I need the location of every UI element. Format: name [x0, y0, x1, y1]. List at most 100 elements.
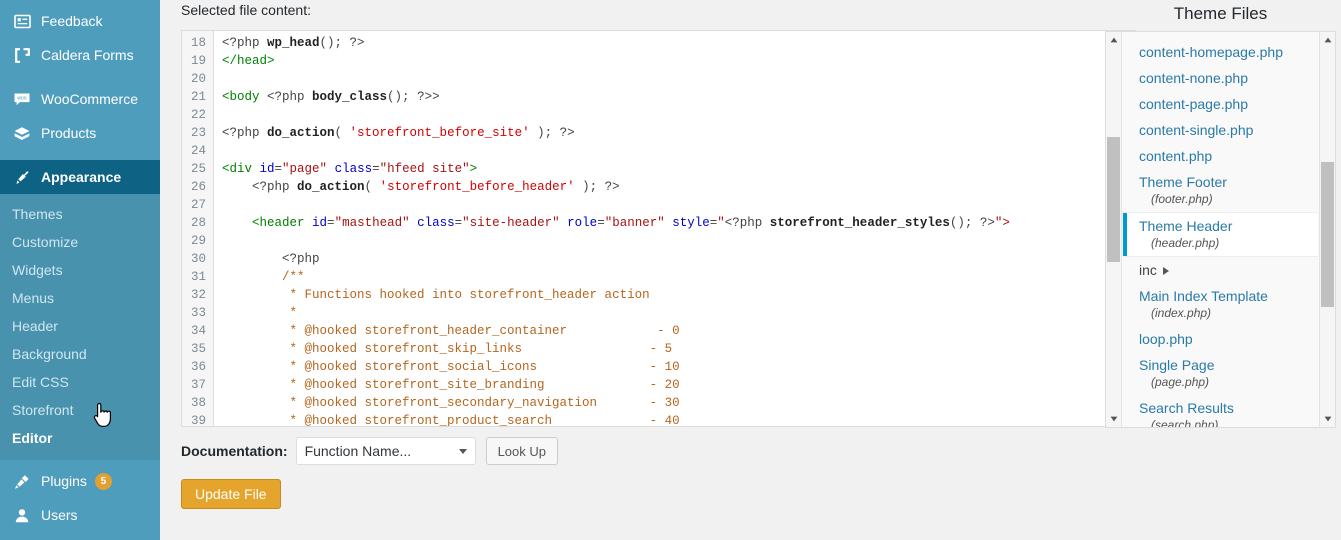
code-line-text: <body <?php body_class(); ?>> — [222, 90, 440, 104]
scroll-up-arrow-icon[interactable] — [1106, 32, 1122, 48]
code-line-text — [214, 142, 222, 160]
line-number: 35 — [182, 340, 214, 358]
theme-file-filename: (page.php) — [1151, 375, 1210, 389]
line-number: 31 — [182, 268, 214, 286]
sidebar-subitem-header[interactable]: Header — [0, 312, 160, 340]
sidebar-subitem-editor[interactable]: Editor — [0, 424, 160, 452]
sidebar-subitem-edit-css[interactable]: Edit CSS — [0, 368, 160, 396]
code-line-text: <?php do_action( 'storefront_before_head… — [252, 180, 620, 194]
look-up-button[interactable]: Look Up — [485, 437, 558, 465]
code-line: 38 * @hooked storefront_secondary_naviga… — [182, 394, 1120, 412]
theme-files-left-scrollbar-thumb[interactable] — [1107, 137, 1120, 262]
theme-file-item[interactable]: Main Index Template (index.php) — [1123, 283, 1318, 326]
theme-file-item[interactable]: content-none.php — [1123, 65, 1318, 91]
appearance-submenu: Themes Customize Widgets Menus Header Ba… — [0, 194, 160, 460]
theme-files-right-scrollbar[interactable] — [1319, 32, 1335, 427]
theme-file-name: content-none.php — [1139, 70, 1248, 86]
code-line-text — [214, 196, 222, 214]
sidebar-item-label: WooCommerce — [41, 91, 138, 107]
sidebar-item-feedback[interactable]: Feedback — [0, 4, 160, 38]
code-line-text — [214, 70, 222, 88]
code-line-text — [214, 106, 222, 124]
user-icon — [12, 505, 32, 525]
code-editor[interactable]: 1718<?php wp_head(); ?>19</head>2021<bod… — [181, 30, 1136, 427]
code-line: 30 <?php — [182, 250, 1120, 268]
paintbrush-icon — [12, 167, 32, 187]
theme-files-left-scrollbar[interactable] — [1106, 32, 1122, 427]
code-line-text: * @hooked storefront_skip_links - 5 — [222, 342, 673, 356]
sidebar-subitem-background[interactable]: Background — [0, 340, 160, 368]
code-line-text: <header id="masthead" class="site-header… — [252, 216, 1010, 230]
sidebar-item-woocommerce[interactable]: woo WooCommerce — [0, 82, 160, 116]
scroll-down-arrow-icon[interactable] — [1320, 411, 1335, 427]
scroll-down-arrow-icon[interactable] — [1106, 411, 1122, 427]
sidebar-item-caldera-forms[interactable]: Caldera Forms — [0, 38, 160, 72]
documentation-label: Documentation: — [181, 443, 288, 459]
sidebar-item-users[interactable]: Users — [0, 498, 160, 532]
theme-file-filename: (index.php) — [1151, 306, 1212, 320]
documentation-select[interactable]: Function Name... — [295, 437, 476, 465]
feedback-icon — [12, 11, 32, 31]
line-number: 24 — [182, 142, 214, 160]
theme-files-right-scrollbar-thumb[interactable] — [1321, 162, 1334, 307]
sidebar-item-label: Appearance — [41, 169, 122, 185]
products-box-icon — [12, 123, 32, 143]
theme-file-item[interactable]: loop.php — [1123, 326, 1318, 352]
theme-file-filename: (footer.php) — [1151, 192, 1213, 206]
selected-file-label: Selected file content: — [181, 2, 311, 18]
theme-file-item[interactable]: inc — [1123, 257, 1318, 283]
line-number: 22 — [182, 106, 214, 124]
line-number: 20 — [182, 70, 214, 88]
theme-file-item[interactable]: Theme Footer (footer.php) — [1123, 169, 1318, 212]
folder-expand-arrow-icon[interactable] — [1162, 267, 1169, 276]
theme-file-item[interactable]: content-single.php — [1123, 117, 1318, 143]
theme-file-item[interactable]: content.php — [1123, 143, 1318, 169]
code-line: 27 — [182, 196, 1120, 214]
sidebar-item-label: Plugins — [41, 473, 87, 489]
sidebar-item-appearance[interactable]: Appearance — [0, 160, 168, 194]
theme-file-name: Single Page — [1139, 357, 1215, 373]
theme-files-panel: Theme Files content-homepage.php content-… — [1100, 0, 1341, 540]
theme-file-item-selected[interactable]: Theme Header (header.php) — [1123, 212, 1318, 257]
sidebar-item-label: Feedback — [41, 13, 103, 29]
scroll-up-arrow-icon[interactable] — [1320, 32, 1335, 48]
theme-file-name: content-single.php — [1139, 122, 1254, 138]
code-line: 23 <?php do_action( 'storefront_before_si… — [182, 124, 1120, 142]
code-line-text: /** — [222, 270, 305, 284]
sidebar-subitem-menus[interactable]: Menus — [0, 284, 160, 312]
code-line: 29 — [182, 232, 1120, 250]
line-number: 19 — [182, 52, 214, 70]
sidebar-subitem-themes[interactable]: Themes — [0, 200, 160, 228]
theme-files-box: content-homepage.php content-none.php cont… — [1105, 31, 1336, 428]
theme-file-name: content-homepage.php — [1139, 44, 1283, 60]
theme-file-name: Theme Footer — [1139, 174, 1227, 190]
theme-file-item[interactable]: Single Page (page.php) — [1123, 352, 1318, 395]
theme-file-name: content-page.php — [1139, 96, 1248, 112]
code-line: 39 * @hooked storefront_product_search -… — [182, 412, 1120, 427]
update-file-button[interactable]: Update File — [181, 479, 281, 509]
sidebar-subitem-storefront[interactable]: Storefront — [0, 396, 160, 424]
theme-file-item[interactable]: Search Results (search.php) — [1123, 395, 1318, 427]
line-number: 28 — [182, 214, 214, 232]
code-line: 32 * Functions hooked into storefront_he… — [182, 286, 1120, 304]
code-line: 24 — [182, 142, 1120, 160]
line-number: 32 — [182, 286, 214, 304]
theme-file-item[interactable]: content-page.php — [1123, 91, 1318, 117]
sidebar-item-label: Users — [41, 507, 78, 523]
code-line-text: <?php do_action( 'storefront_before_site… — [222, 126, 575, 140]
sidebar-item-plugins[interactable]: Plugins 5 — [0, 464, 160, 498]
code-line: 31 /** — [182, 268, 1120, 286]
theme-file-name: Theme Header — [1139, 218, 1233, 234]
sidebar-item-label: Caldera Forms — [41, 47, 134, 63]
sidebar-subitem-widgets[interactable]: Widgets — [0, 256, 160, 284]
code-line-text: * @hooked storefront_product_search - 40 — [222, 414, 680, 427]
line-number: 34 — [182, 322, 214, 340]
line-number: 37 — [182, 376, 214, 394]
sidebar-subitem-customize[interactable]: Customize — [0, 228, 160, 256]
sidebar-item-label: Products — [41, 125, 97, 141]
code-line: 28 <header id="masthead" class="site-hea… — [182, 214, 1120, 232]
svg-text:woo: woo — [17, 95, 26, 101]
sidebar-item-products[interactable]: Products — [0, 116, 160, 150]
theme-file-item[interactable]: content-homepage.php — [1123, 39, 1318, 65]
theme-file-name: Main Index Template — [1139, 288, 1268, 304]
